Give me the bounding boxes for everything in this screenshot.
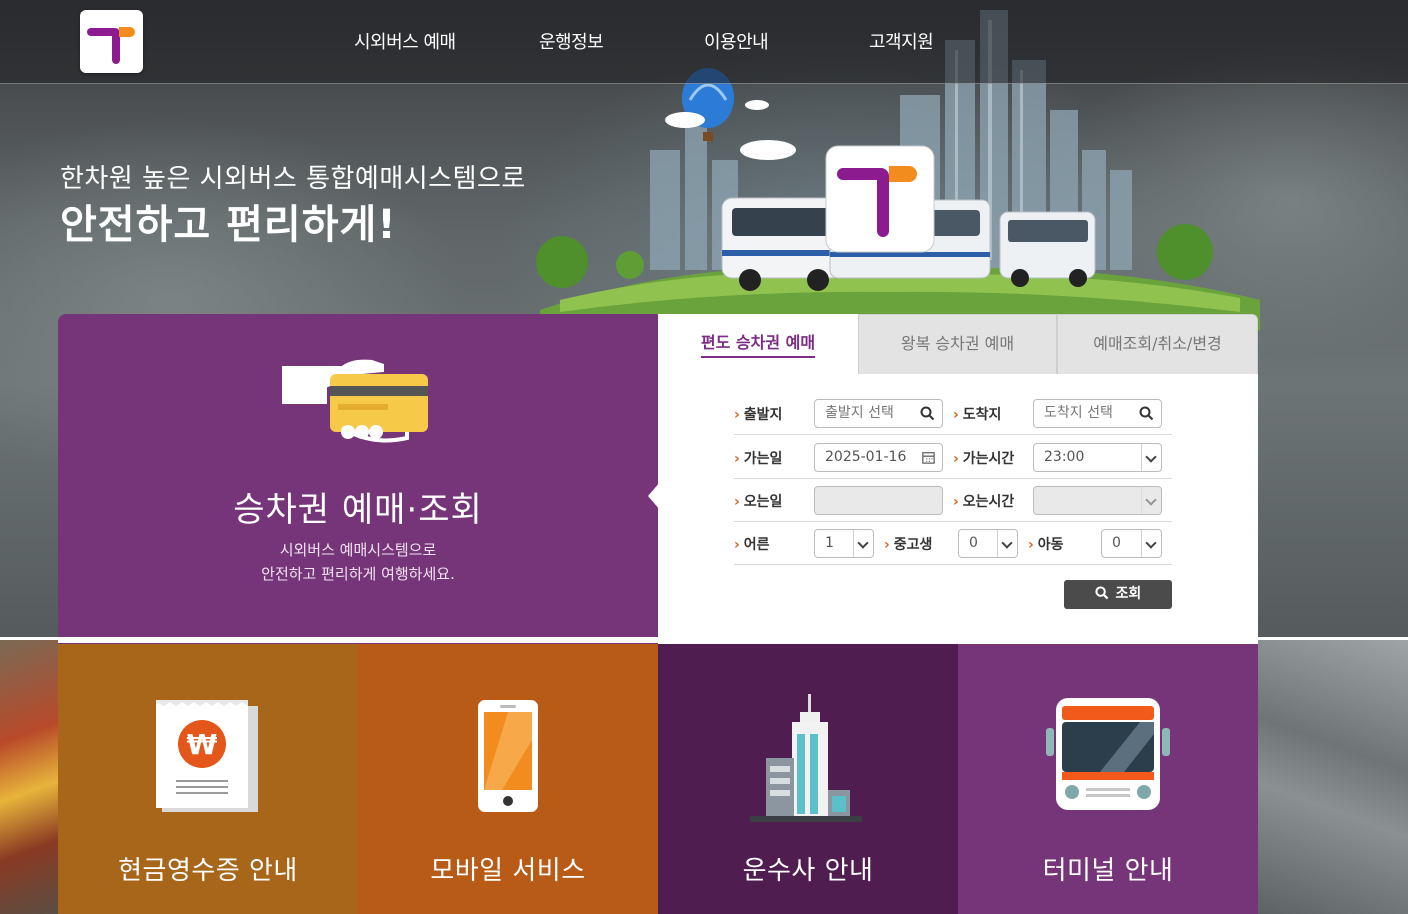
search-icon <box>1095 586 1109 600</box>
hand-card-icon <box>282 359 428 443</box>
return-time-select[interactable] <box>1033 486 1162 515</box>
tile-mobile-service-label: 모바일 서비스 <box>430 856 586 886</box>
hero-subtitle: 한차원 높은 시외버스 통합예매시스템으로 <box>60 164 526 194</box>
bus-front-icon <box>1046 698 1170 810</box>
svg-text:₩: ₩ <box>187 728 218 761</box>
booking-intro-desc-line2: 안전하고 편리하게 여행하세요. <box>261 565 455 583</box>
booking-intro-title: 승차권 예매·조회 <box>233 490 483 530</box>
search-icon[interactable] <box>920 406 935 421</box>
search-button-label: 조회 <box>1115 586 1142 602</box>
nav-customer-support[interactable]: 고객지원 <box>869 28 934 54</box>
tab-one-way-label: 편도 승차권 예매 <box>700 333 816 358</box>
booking-intro-description: 시외버스 예매시스템으로 안전하고 편리하게 여행하세요. <box>58 538 658 586</box>
child-count-value: 0 <box>1112 535 1121 551</box>
adult-count-select[interactable]: 1 <box>814 529 874 558</box>
tile-terminal-info[interactable]: 터미널 안내 <box>958 644 1258 914</box>
student-count-select[interactable]: 0 <box>958 529 1018 558</box>
bottom-background-left <box>0 640 58 914</box>
departure-label: 출발지 <box>734 404 783 424</box>
booking-intro-panel: 승차권 예매·조회 시외버스 예매시스템으로 안전하고 편리하게 여행하세요. <box>58 314 658 644</box>
chevron-down-icon[interactable] <box>997 530 1017 557</box>
go-date-input[interactable]: 2025-01-16 <box>814 443 943 472</box>
departure-placeholder: 출발지 선택 <box>825 405 894 421</box>
nav-usage-guide[interactable]: 이용안내 <box>704 28 769 54</box>
departure-input[interactable]: 출발지 선택 <box>814 399 943 428</box>
tile-operator-info-label: 운수사 안내 <box>742 856 874 886</box>
nav-bus-booking[interactable]: 시외버스 예매 <box>354 28 456 54</box>
go-date-value: 2025-01-16 <box>825 449 907 465</box>
row-go: 가는일 2025-01-16 가는시간 23:00 <box>734 436 1172 479</box>
chevron-down-icon[interactable] <box>853 530 873 557</box>
go-time-select[interactable]: 23:00 <box>1033 443 1162 472</box>
tile-cash-receipt-label: 현금영수증 안내 <box>118 856 298 886</box>
adult-count-value: 1 <box>825 535 834 551</box>
child-count-select[interactable]: 0 <box>1101 529 1162 558</box>
top-navigation-bar: 시외버스 예매 운행정보 이용안내 고객지원 <box>0 0 1408 84</box>
receipt-icon: ₩ <box>156 700 258 812</box>
tab-lookup-cancel-change[interactable]: 예매조회/취소/변경 <box>1057 314 1258 374</box>
go-time-value: 23:00 <box>1044 449 1085 465</box>
booking-intro-desc-line1: 시외버스 예매시스템으로 <box>279 541 437 559</box>
student-label: 중고생 <box>884 534 933 554</box>
panel-pointer <box>648 482 660 510</box>
chevron-down-icon[interactable] <box>1141 530 1161 557</box>
bottom-background-right <box>1258 640 1408 914</box>
hero-title: 안전하고 편리하게! <box>60 202 397 248</box>
return-time-label: 오는시간 <box>953 491 1015 511</box>
arrival-placeholder: 도착지 선택 <box>1044 405 1113 421</box>
return-date-label: 오는일 <box>734 491 783 511</box>
nav-schedule-info[interactable]: 운행정보 <box>539 28 604 54</box>
arrival-label: 도착지 <box>953 404 1002 424</box>
search-button[interactable]: 조회 <box>1064 580 1172 609</box>
student-count-value: 0 <box>969 535 978 551</box>
calendar-icon[interactable] <box>922 451 935 464</box>
tile-mobile-service[interactable]: 모바일 서비스 <box>358 644 658 914</box>
chevron-down-icon[interactable] <box>1141 444 1161 471</box>
row-return: 오는일 오는시간 <box>734 479 1172 522</box>
go-time-label: 가는시간 <box>953 448 1015 468</box>
section-divider <box>0 637 1408 643</box>
tile-terminal-info-label: 터미널 안내 <box>1042 856 1174 886</box>
row-passengers: 어른 1 중고생 0 아동 0 <box>734 522 1172 565</box>
tile-cash-receipt[interactable]: ₩ 현금영수증 안내 <box>58 644 358 914</box>
booking-tabs: 편도 승차권 예매 왕복 승차권 예매 예매조회/취소/변경 <box>658 314 1258 374</box>
tile-operator-info[interactable]: 운수사 안내 <box>658 644 958 914</box>
search-icon[interactable] <box>1139 406 1154 421</box>
chevron-down-icon[interactable] <box>1141 487 1161 514</box>
adult-label: 어른 <box>734 534 770 554</box>
main-nav: 시외버스 예매 운행정보 이용안내 고객지원 <box>0 28 1408 58</box>
row-route: 출발지 출발지 선택 도착지 도착지 선택 <box>734 392 1172 435</box>
booking-form-panel: 편도 승차권 예매 왕복 승차권 예매 예매조회/취소/변경 출발지 출발지 선… <box>648 314 1258 644</box>
go-date-label: 가는일 <box>734 448 783 468</box>
tab-round-trip[interactable]: 왕복 승차권 예매 <box>858 314 1057 374</box>
tab-one-way[interactable]: 편도 승차권 예매 <box>658 314 858 374</box>
building-icon <box>750 694 862 822</box>
arrival-input[interactable]: 도착지 선택 <box>1033 399 1162 428</box>
mobile-phone-icon <box>478 700 538 812</box>
child-label: 아동 <box>1028 534 1064 554</box>
return-date-input[interactable] <box>814 486 943 515</box>
